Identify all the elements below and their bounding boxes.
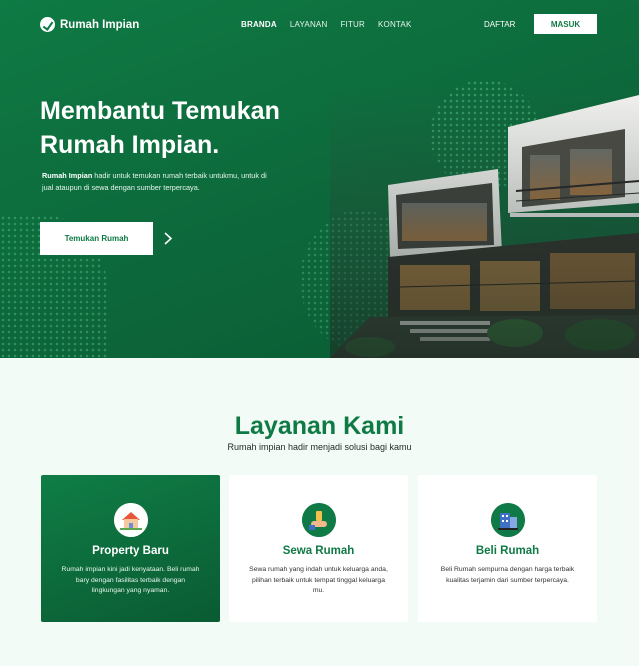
navbar: Rumah Impian BRANDA LAYANAN FITUR KONTAK… [0,0,639,52]
masuk-button[interactable]: MASUK [534,14,597,34]
chevron-right-icon[interactable] [163,232,173,245]
hero-description: Rumah Impian hadir untuk temukan rumah t… [42,170,267,193]
nav-menu: BRANDA LAYANAN FITUR KONTAK [241,20,412,29]
service-card-sewa-rumah[interactable]: Sewa Rumah Sewa rumah yang indah untuk k… [229,475,408,622]
hero-headline: Membantu Temukan Rumah Impian. [40,94,340,162]
headline-line-2: Rumah Impian. [40,131,220,159]
card-title: Sewa Rumah [282,545,355,557]
desc-brand: Rumah Impian [42,171,93,180]
card-title: Beli Rumah [475,545,540,557]
card-text: Rumah impian kini jadi kenyataan. Beli r… [61,566,200,594]
daftar-link[interactable]: DAFTAR [484,20,515,29]
brand-name: Rumah Impian [60,18,140,31]
services-title: Layanan Kami [234,412,405,440]
card-text: Beli Rumah sempurna dengan harga terbaik… [440,566,575,584]
nav-item-kontak[interactable]: KONTAK [378,20,412,29]
nav-item-layanan[interactable]: LAYANAN [290,20,328,29]
nav-item-fitur[interactable]: FITUR [340,20,365,29]
services-subtitle: Rumah impian hadir menjadi solusi bagi k… [227,442,412,452]
hand-key-icon [302,503,336,537]
house-image [330,85,639,358]
card-text: Sewa rumah yang indah untuk keluarga and… [249,566,388,594]
temukan-rumah-button[interactable]: Temukan Rumah [40,222,153,255]
house-icon [114,503,148,537]
hero-section: Rumah Impian BRANDA LAYANAN FITUR KONTAK… [0,0,639,358]
card-title: Property Baru [92,545,169,557]
leaf-check-icon [40,17,55,32]
nav-item-branda[interactable]: BRANDA [241,20,277,29]
building-icon [491,503,525,537]
logo[interactable]: Rumah Impian [40,17,139,32]
headline-line-1: Membantu Temukan [40,97,280,125]
service-card-beli-rumah[interactable]: Beli Rumah Beli Rumah sempurna dengan ha… [418,475,597,622]
service-card-property-baru[interactable]: Property Baru Rumah impian kini jadi ken… [41,475,220,622]
